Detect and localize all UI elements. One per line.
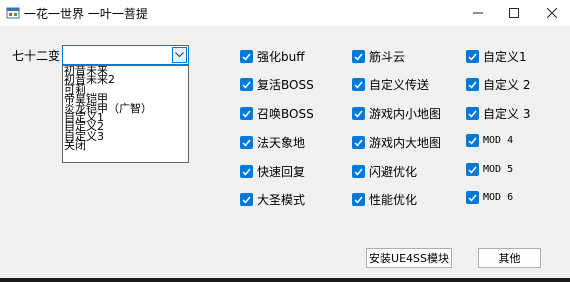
checkbox-custom-1[interactable]: 自定义1 bbox=[466, 48, 527, 65]
checkbox-custom-teleport[interactable]: 自定义传送 bbox=[352, 76, 429, 93]
minimize-button[interactable] bbox=[460, 0, 496, 26]
checkbox-label: 快速回复 bbox=[257, 165, 306, 179]
checkbox-custom-3[interactable]: 自定义 3 bbox=[466, 105, 530, 122]
checkbox-revive-boss[interactable]: 复活BOSS bbox=[240, 76, 314, 93]
checkbox-buff[interactable]: 强化buff bbox=[240, 48, 305, 65]
checkbox-checked-icon bbox=[466, 163, 479, 176]
checkbox-label: 性能优化 bbox=[369, 193, 418, 207]
checkbox-label: 大圣模式 bbox=[257, 193, 306, 207]
checkbox-label: 游戏内小地图 bbox=[369, 107, 442, 121]
checkbox-checked-icon bbox=[240, 136, 253, 149]
app-icon bbox=[6, 7, 20, 19]
checkbox-mod-4[interactable]: MOD 4 bbox=[466, 134, 513, 147]
checkbox-checked-icon bbox=[466, 50, 479, 63]
checkbox-mod-5[interactable]: MOD 5 bbox=[466, 163, 513, 176]
checkbox-checked-icon bbox=[466, 78, 479, 91]
other-button[interactable]: 其他 bbox=[478, 248, 541, 268]
checkbox-label: 筋斗云 bbox=[369, 50, 406, 64]
checkbox-minimap[interactable]: 游戏内小地图 bbox=[352, 105, 441, 122]
checkbox-custom-2[interactable]: 自定义 2 bbox=[466, 76, 530, 93]
checkbox-checked-icon bbox=[240, 193, 253, 206]
checkbox-mod-6[interactable]: MOD 6 bbox=[466, 191, 513, 204]
combobox-dropdown-button[interactable] bbox=[172, 47, 187, 63]
checkbox-label: 游戏内大地图 bbox=[369, 136, 442, 150]
checkbox-checked-icon bbox=[466, 107, 479, 120]
checkbox-great-sage-mode[interactable]: 大圣模式 bbox=[240, 191, 305, 208]
checkbox-label: 复活BOSS bbox=[257, 78, 314, 92]
checkbox-checked-icon bbox=[240, 165, 253, 178]
checkbox-world-map[interactable]: 游戏内大地图 bbox=[352, 134, 441, 151]
checkbox-label: 自定义传送 bbox=[369, 78, 430, 92]
checkbox-checked-icon bbox=[352, 193, 365, 206]
checkbox-summon-boss[interactable]: 召唤BOSS bbox=[240, 105, 314, 122]
combobox-dropdown-list: 初音未来 初音未来2 可莉 帝皇铠甲 炎龙铠甲（广智） 自定义1 自定义2 自定… bbox=[62, 65, 189, 163]
window-title: 一花一世界 一叶一菩提 bbox=[24, 7, 148, 21]
checkbox-label: 强化buff bbox=[257, 50, 305, 64]
transform-label: 七十二变 bbox=[12, 49, 61, 63]
checkbox-label: 自定义 2 bbox=[483, 78, 531, 92]
close-button[interactable] bbox=[534, 0, 570, 26]
install-ue4ss-button[interactable]: 安装UE4SS模块 bbox=[366, 248, 452, 268]
checkbox-label: 自定义1 bbox=[483, 50, 527, 64]
close-icon bbox=[547, 8, 557, 18]
checkbox-checked-icon bbox=[240, 50, 253, 63]
checkbox-fast-recovery[interactable]: 快速回复 bbox=[240, 163, 305, 180]
checkbox-checked-icon bbox=[466, 134, 479, 147]
checkbox-checked-icon bbox=[352, 136, 365, 149]
checkbox-dodge-optimize[interactable]: 闪避优化 bbox=[352, 163, 417, 180]
checkbox-label: MOD 5 bbox=[483, 164, 514, 175]
dropdown-option[interactable]: 关闭 bbox=[64, 140, 188, 151]
checkbox-label: MOD 6 bbox=[483, 192, 514, 203]
checkbox-label: 法天象地 bbox=[257, 136, 306, 150]
checkbox-cloud[interactable]: 筋斗云 bbox=[352, 48, 405, 65]
checkbox-checked-icon bbox=[466, 191, 479, 204]
checkbox-label: MOD 4 bbox=[483, 135, 514, 146]
transform-combobox[interactable] bbox=[62, 45, 189, 65]
checkbox-performance-optimize[interactable]: 性能优化 bbox=[352, 191, 417, 208]
checkbox-checked-icon bbox=[240, 78, 253, 91]
maximize-button[interactable] bbox=[496, 0, 532, 26]
checkbox-label: 自定义 3 bbox=[483, 107, 531, 121]
checkbox-checked-icon bbox=[240, 107, 253, 120]
checkbox-checked-icon bbox=[352, 107, 365, 120]
checkbox-label: 召唤BOSS bbox=[257, 107, 314, 121]
chevron-down-icon bbox=[175, 52, 184, 58]
checkbox-checked-icon bbox=[352, 165, 365, 178]
bottom-edge bbox=[0, 278, 570, 282]
checkbox-giant-form[interactable]: 法天象地 bbox=[240, 134, 305, 151]
checkbox-checked-icon bbox=[352, 78, 365, 91]
checkbox-label: 闪避优化 bbox=[369, 165, 418, 179]
checkbox-checked-icon bbox=[352, 50, 365, 63]
maximize-icon bbox=[509, 8, 519, 18]
minimize-icon bbox=[473, 12, 483, 14]
title-bar: 一花一世界 一叶一菩提 bbox=[0, 0, 570, 26]
